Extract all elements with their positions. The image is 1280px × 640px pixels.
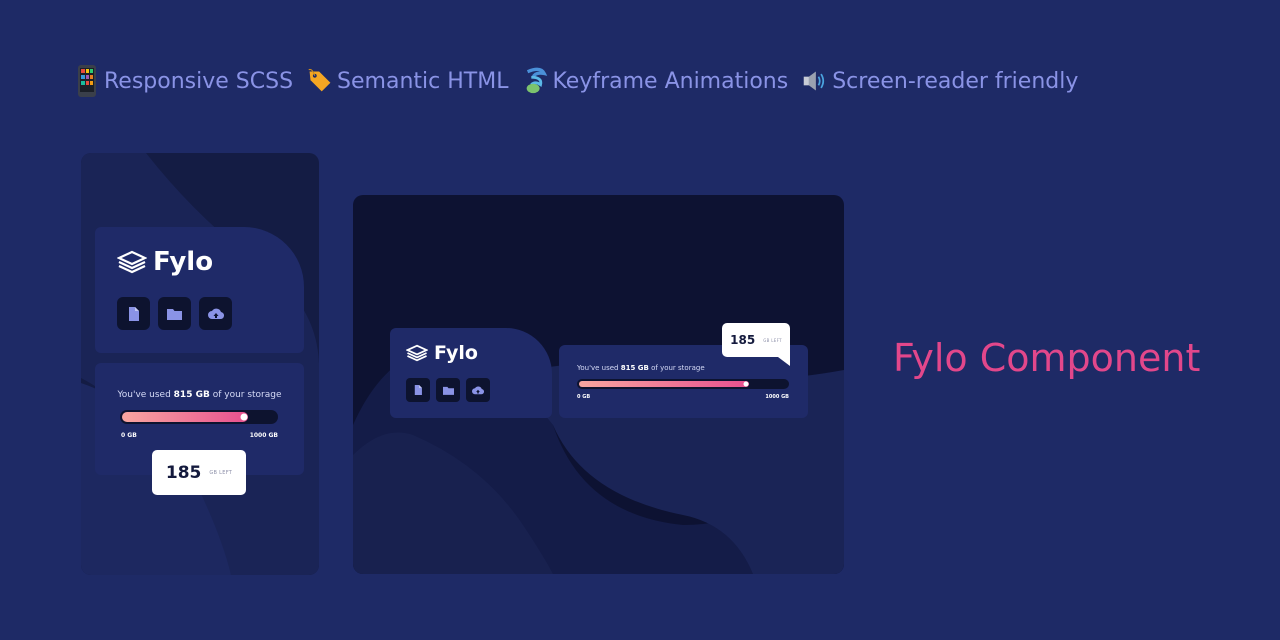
remaining-bubble: 185 GB LEFT: [152, 450, 246, 495]
storage-progress-bar: [577, 379, 789, 389]
brand-name: Fylo: [434, 342, 478, 364]
feature-responsive-scss: Responsive SCSS: [74, 64, 293, 98]
layers-icon: [117, 250, 147, 274]
folder-icon: [167, 308, 182, 320]
component-title: Fylo Component: [893, 336, 1201, 380]
upload-button[interactable]: [199, 297, 232, 330]
feature-keyframe-animations: Keyframe Animations: [522, 64, 788, 98]
brand-card: Fylo: [390, 328, 552, 418]
min-label: 0 GB: [577, 394, 591, 400]
upload-button[interactable]: [466, 378, 490, 402]
max-label: 1000 GB: [765, 394, 789, 400]
progress-scale: 0 GB 1000 GB: [121, 432, 278, 439]
remaining-value: 185: [730, 333, 756, 347]
progress-fill: [122, 412, 248, 422]
progress-knob: [743, 381, 749, 387]
action-buttons: [117, 297, 232, 330]
document-button[interactable]: [406, 378, 430, 402]
folder-button[interactable]: [436, 378, 460, 402]
progress-knob: [240, 413, 247, 421]
remaining-label: GB LEFT: [209, 469, 233, 476]
folder-icon: [442, 386, 454, 395]
tag-icon: [307, 64, 333, 98]
mobile-preview: Fylo You've used 815 GB of your storage …: [81, 153, 319, 575]
feature-semantic-html: Semantic HTML: [307, 64, 508, 98]
speaker-icon: [802, 64, 828, 98]
desktop-preview: Fylo You've used 815 GB of your storage …: [353, 195, 844, 574]
feature-label: Keyframe Animations: [552, 68, 789, 94]
usage-text: You've used 815 GB of your storage: [577, 364, 705, 372]
usage-text: You've used 815 GB of your storage: [117, 390, 282, 400]
remaining-bubble: 185 GB LEFT: [722, 323, 790, 357]
fylo-logo: Fylo: [117, 247, 213, 277]
upload-icon: [472, 385, 484, 394]
brand-card: Fylo: [95, 227, 304, 353]
max-label: 1000 GB: [249, 432, 278, 439]
brand-name: Fylo: [153, 247, 214, 277]
feature-label: Screen-reader friendly: [832, 68, 1079, 94]
folder-button[interactable]: [158, 297, 191, 330]
document-button[interactable]: [117, 297, 150, 330]
feature-label: Semantic HTML: [337, 68, 509, 94]
cyclone-icon: [522, 64, 548, 98]
feature-label: Responsive SCSS: [104, 68, 294, 94]
min-label: 0 GB: [121, 432, 137, 439]
bubble-tail: [778, 357, 790, 366]
feature-screen-reader: Screen-reader friendly: [802, 64, 1078, 98]
fylo-logo: Fylo: [406, 342, 478, 364]
phone-icon: [74, 64, 100, 98]
progress-fill: [579, 381, 749, 387]
layers-icon: [406, 344, 428, 362]
action-buttons: [406, 378, 490, 402]
document-icon: [414, 385, 422, 395]
document-icon: [129, 306, 139, 321]
remaining-label: GB LEFT: [763, 337, 782, 343]
upload-icon: [207, 308, 224, 319]
remaining-value: 185: [165, 462, 202, 483]
features-bar: Responsive SCSS Semantic HTML Keyframe A…: [74, 64, 1078, 98]
progress-scale: 0 GB 1000 GB: [577, 394, 789, 400]
storage-progress-bar: [120, 410, 278, 424]
